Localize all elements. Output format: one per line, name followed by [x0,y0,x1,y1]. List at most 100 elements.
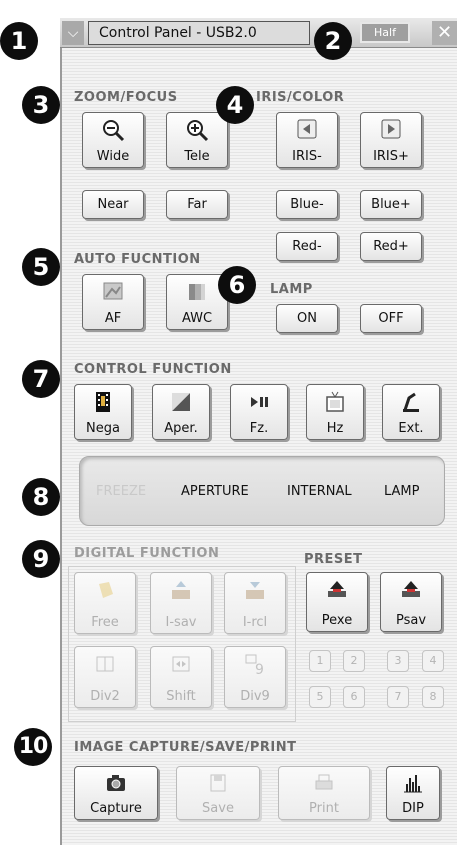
zoom-wide-button[interactable]: Wide [82,112,144,168]
zoom-in-icon [167,118,227,142]
red-plus-button[interactable]: Red+ [360,232,422,261]
save-button[interactable]: Save [176,766,260,820]
external-button[interactable]: Ext. [382,384,440,440]
external-label: Ext. [398,421,424,436]
digital-free-button[interactable]: Free [74,572,136,634]
preset-slot-6[interactable]: 6 [343,686,365,708]
negative-button[interactable]: Nega [74,384,132,440]
divide-9-button[interactable]: 9 Div9 [224,646,286,708]
frequency-button[interactable]: Hz [306,384,364,440]
preset-slot-3[interactable]: 3 [387,650,409,672]
auto-focus-button[interactable]: AF [82,274,144,330]
image-recall-button[interactable]: I-rcl [224,572,286,634]
control-function-header: CONTROL FUNCTION [74,362,232,377]
split-two-icon [75,652,135,676]
status-lamp: LAMP [384,484,420,499]
preset-execute-icon [307,578,367,602]
auto-focus-label: AF [104,311,122,326]
freeze-label: Fz. [249,421,269,436]
zoom-wide-label: Wide [96,149,130,164]
status-freeze: FREEZE [96,484,147,499]
status-internal: INTERNAL [287,484,352,499]
print-label: Print [309,801,339,816]
blue-plus-button[interactable]: Blue+ [360,190,422,219]
callout-badge-6: 6 [218,266,256,304]
image-save-icon [151,578,211,602]
film-negative-icon [75,390,131,414]
aperture-button[interactable]: Aper. [152,384,210,440]
focus-near-button[interactable]: Near [82,190,144,219]
preset-slot-2[interactable]: 2 [343,650,365,672]
preset-slot-1[interactable]: 1 [309,650,331,672]
auto-function-header: AUTO FUCNTION [74,252,201,267]
image-recall-label: I-rcl [242,615,268,630]
aperture-icon [153,390,209,414]
image-capture-header: IMAGE CAPTURE/SAVE/PRINT [74,740,297,755]
callout-badge-2: 2 [314,22,352,60]
iris-minus-label: IRIS- [292,149,322,164]
preset-slot-8[interactable]: 8 [422,686,444,708]
close-icon[interactable]: ✕ [432,21,457,45]
negative-label: Nega [86,421,120,436]
divide-9-label: Div9 [240,689,270,704]
preset-save-label: Psav [395,613,427,628]
image-save-label: I-sav [165,615,197,630]
zoom-tele-label: Tele [184,149,210,164]
digital-free-label: Free [91,615,119,630]
histogram-icon [387,772,439,796]
image-save-button[interactable]: I-sav [150,572,212,634]
callout-badge-4: 4 [216,86,254,124]
half-size-button[interactable]: Half [360,22,410,43]
camera-icon [75,772,157,796]
save-label: Save [202,801,234,816]
dip-button[interactable]: DIP [386,766,440,820]
callout-badge-7: 7 [22,360,60,398]
preset-slot-7[interactable]: 7 [387,686,409,708]
red-minus-button[interactable]: Red- [276,232,338,261]
zoom-focus-header: ZOOM/FOCUS [74,90,178,105]
iris-minus-button[interactable]: IRIS- [276,112,338,168]
preset-slot-4[interactable]: 4 [422,650,444,672]
focus-far-button[interactable]: Far [166,190,228,219]
shift-icon [151,652,211,676]
window-title: Control Panel - USB2.0 [88,21,310,45]
svg-text:9: 9 [255,662,264,676]
shift-label: Shift [166,689,196,704]
callout-badge-9: 9 [22,540,60,578]
window-menu-chevron-icon[interactable]: ⌵ [62,21,84,45]
callout-badge-10: 10 [14,728,52,766]
divide-2-label: Div2 [90,689,120,704]
external-input-icon [383,390,439,414]
blue-minus-button[interactable]: Blue- [276,190,338,219]
lamp-header: LAMP [270,282,313,297]
iris-color-header: IRIS/COLOR [256,90,345,105]
iris-plus-label: IRIS+ [373,149,409,164]
dip-label: DIP [402,801,424,816]
callout-badge-5: 5 [22,248,60,286]
zoom-tele-button[interactable]: Tele [166,112,228,168]
preset-save-button[interactable]: Psav [380,572,442,632]
shift-button[interactable]: Shift [150,646,212,708]
split-nine-icon: 9 [225,652,285,676]
print-button[interactable]: Print [278,766,370,820]
auto-focus-icon [83,280,143,304]
preset-execute-button[interactable]: Pexe [306,572,368,632]
capture-label: Capture [90,801,142,816]
divide-2-button[interactable]: Div2 [74,646,136,708]
lamp-on-button[interactable]: ON [276,304,338,333]
status-aperture: APERTURE [181,484,249,499]
iris-plus-button[interactable]: IRIS+ [360,112,422,168]
lamp-off-button[interactable]: OFF [360,304,422,333]
image-recall-icon [225,578,285,602]
printer-icon [279,772,369,796]
iris-open-icon [361,118,421,142]
preset-slot-5[interactable]: 5 [309,686,331,708]
capture-button[interactable]: Capture [74,766,158,820]
callout-badge-1: 1 [0,22,38,60]
preset-execute-label: Pexe [321,613,353,628]
monitor-icon [307,390,363,414]
freeze-button[interactable]: Fz. [230,384,288,440]
preset-header: PRESET [304,552,363,567]
zoom-out-icon [83,118,143,142]
preset-save-icon [381,578,441,602]
